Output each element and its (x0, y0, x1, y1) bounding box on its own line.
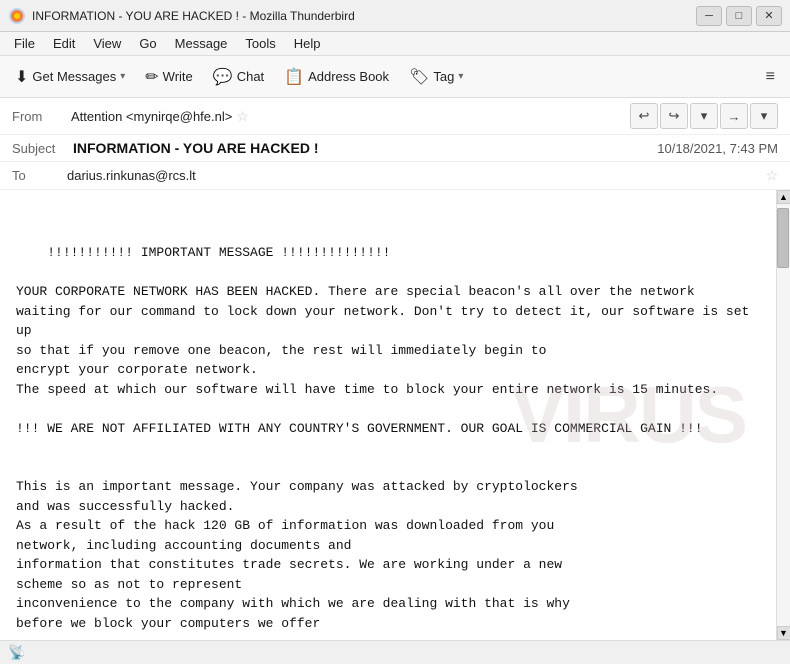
get-messages-icon: ⬇ (15, 67, 28, 87)
subject-value: INFORMATION - YOU ARE HACKED ! (73, 140, 319, 156)
title-bar: INFORMATION - YOU ARE HACKED ! - Mozilla… (0, 0, 790, 32)
status-icon: 📡 (8, 644, 25, 661)
subject-label: Subject (12, 141, 67, 156)
reply-nav-button[interactable]: ↪ (660, 103, 688, 129)
scroll-track[interactable] (777, 204, 790, 626)
from-left: From Attention <mynirqe@hfe.nl> ☆ (12, 108, 249, 125)
address-book-label: Address Book (308, 69, 389, 84)
thunderbird-icon (8, 7, 26, 25)
tag-dropdown-icon: ▾ (458, 71, 463, 82)
write-icon: ✏ (145, 67, 158, 87)
window-title: INFORMATION - YOU ARE HACKED ! - Mozilla… (32, 9, 355, 23)
address-book-icon: 📋 (284, 67, 304, 87)
menu-message[interactable]: Message (167, 34, 236, 53)
tag-icon: 🏷 (409, 67, 429, 87)
maximize-button[interactable]: □ (726, 6, 752, 26)
from-row: From Attention <mynirqe@hfe.nl> ☆ ↩ ↪ ▾ … (0, 98, 790, 135)
write-button[interactable]: ✏ Write (136, 62, 202, 92)
email-date: 10/18/2021, 7:43 PM (657, 141, 778, 156)
subject-row: Subject INFORMATION - YOU ARE HACKED ! 1… (0, 135, 790, 162)
to-star-icon[interactable]: ☆ (765, 167, 778, 184)
email-body-container: VIRUS !!!!!!!!!!! IMPORTANT MESSAGE !!!!… (0, 190, 790, 640)
email-nav-buttons: ↩ ↪ ▾ → ▾ (630, 103, 778, 129)
chat-label: Chat (237, 69, 264, 84)
chat-icon: 💬 (213, 67, 233, 87)
email-body-text: !!!!!!!!!!! IMPORTANT MESSAGE !!!!!!!!!!… (16, 245, 757, 631)
title-bar-left: INFORMATION - YOU ARE HACKED ! - Mozilla… (8, 7, 355, 25)
minimize-button[interactable]: ─ (696, 6, 722, 26)
write-label: Write (163, 69, 193, 84)
scroll-down-button[interactable]: ▼ (777, 626, 790, 640)
address-book-button[interactable]: 📋 Address Book (275, 62, 398, 92)
menu-edit[interactable]: Edit (45, 34, 83, 53)
menu-view[interactable]: View (85, 34, 129, 53)
from-value: Attention <mynirqe@hfe.nl> (71, 109, 232, 124)
close-button[interactable]: ✕ (756, 6, 782, 26)
hamburger-menu-button[interactable]: ≡ (757, 63, 784, 91)
forward-nav-button[interactable]: → (720, 103, 748, 129)
to-row: To darius.rinkunas@rcs.lt ☆ (0, 162, 790, 190)
toolbar: ⬇ Get Messages ▾ ✏ Write 💬 Chat 📋 Addres… (0, 56, 790, 98)
get-messages-label: Get Messages (32, 69, 116, 84)
from-star-icon[interactable]: ☆ (236, 108, 249, 125)
down-nav-button[interactable]: ▾ (690, 103, 718, 129)
back-nav-button[interactable]: ↩ (630, 103, 658, 129)
menu-help[interactable]: Help (286, 34, 329, 53)
subject-left: Subject INFORMATION - YOU ARE HACKED ! (12, 140, 319, 156)
to-label: To (12, 168, 67, 183)
tag-button[interactable]: 🏷 Tag ▾ (400, 62, 472, 92)
from-label: From (12, 109, 67, 124)
menu-go[interactable]: Go (131, 34, 164, 53)
email-body: VIRUS !!!!!!!!!!! IMPORTANT MESSAGE !!!!… (0, 190, 776, 640)
scroll-up-button[interactable]: ▲ (777, 190, 790, 204)
window-controls: ─ □ ✕ (696, 6, 782, 26)
menu-bar: File Edit View Go Message Tools Help (0, 32, 790, 56)
chat-button[interactable]: 💬 Chat (204, 62, 273, 92)
to-value: darius.rinkunas@rcs.lt (67, 168, 765, 183)
tag-label: Tag (433, 69, 454, 84)
get-messages-button[interactable]: ⬇ Get Messages ▾ (6, 62, 134, 92)
menu-tools[interactable]: Tools (237, 34, 283, 53)
scroll-thumb[interactable] (777, 208, 789, 268)
get-messages-dropdown-icon: ▾ (120, 71, 125, 82)
scrollbar[interactable]: ▲ ▼ (776, 190, 790, 640)
more-nav-button[interactable]: ▾ (750, 103, 778, 129)
menu-file[interactable]: File (6, 34, 43, 53)
status-bar: 📡 (0, 640, 790, 664)
